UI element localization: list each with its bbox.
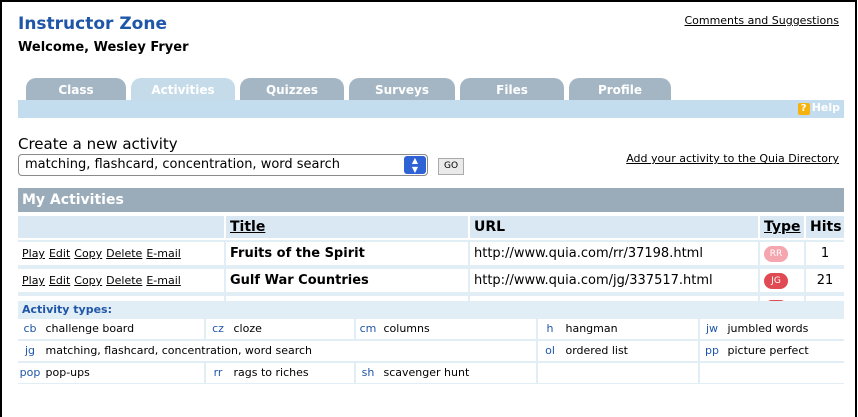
type-code: jg: [24, 344, 36, 357]
type-name: matching, flashcard, concentration, word…: [45, 344, 313, 357]
activity-url: http://www.quia.com/rr/37198.html: [470, 242, 758, 265]
type-item-empty: [538, 363, 698, 383]
activity-types-row: jg matching, flashcard, concentration, w…: [18, 340, 844, 362]
tab-quizzes[interactable]: Quizzes: [240, 78, 344, 102]
instructor-zone-window: Instructor Zone Welcome, Wesley Fryer Co…: [0, 0, 857, 417]
activity-types-row: pop pop-ups rr rags to riches sh scaveng…: [18, 362, 844, 384]
header-hits: Hits: [806, 216, 844, 238]
activity-type: JG: [760, 269, 804, 292]
type-code: h: [546, 322, 554, 335]
tab-surveys[interactable]: Surveys: [349, 78, 455, 102]
activity-types-heading: Activity types:: [18, 301, 844, 318]
tab-class[interactable]: Class: [26, 78, 126, 102]
create-activity-label: Create a new activity: [18, 135, 178, 153]
play-link[interactable]: Play: [22, 247, 45, 260]
help-icon: ?: [797, 103, 810, 115]
type-item: jg matching, flashcard, concentration, w…: [18, 341, 536, 361]
activity-url: http://www.quia.com/jg/337517.html: [470, 269, 758, 292]
type-item: ol ordered list: [538, 341, 698, 361]
header-type[interactable]: Type: [760, 216, 804, 238]
copy-link[interactable]: Copy: [74, 247, 102, 260]
type-name: rags to riches: [233, 366, 309, 379]
header-title[interactable]: Title: [226, 216, 468, 238]
type-item: cm columns: [356, 319, 536, 339]
table-row: Play Edit Copy Delete E-mail Fruits of the S…: [18, 240, 844, 267]
play-link[interactable]: Play: [22, 274, 45, 287]
my-activities-heading: My Activities: [18, 188, 844, 212]
activity-title: Gulf War Countries: [226, 269, 468, 292]
type-name: jumbled words: [727, 322, 809, 335]
activity-title: Fruits of the Spirit: [226, 242, 468, 265]
type-name: pop-ups: [45, 366, 90, 379]
type-code: ol: [545, 344, 555, 357]
type-name: scavenger hunt: [383, 366, 470, 379]
type-item: h hangman: [538, 319, 698, 339]
row-actions: Play Edit Copy Delete E-mail: [18, 242, 224, 265]
type-code: cb: [23, 322, 37, 335]
type-code: rr: [213, 366, 223, 379]
type-code: cz: [212, 322, 224, 335]
type-item: cb challenge board: [18, 319, 204, 339]
edit-link[interactable]: Edit: [49, 274, 70, 287]
email-link[interactable]: E-mail: [146, 274, 181, 287]
type-code: cm: [359, 322, 377, 335]
type-item: sh scavenger hunt: [356, 363, 536, 383]
select-arrows-icon: ▲ ▼: [404, 156, 426, 174]
help-label: Help: [811, 101, 840, 114]
type-code: jw: [705, 322, 719, 335]
email-link[interactable]: E-mail: [146, 247, 181, 260]
type-name: picture perfect: [727, 344, 809, 357]
activity-types-legend: Activity types: cb challenge board cz cl…: [18, 301, 844, 384]
type-name: columns: [383, 322, 430, 335]
table-header-row: Title URL Type Hits: [18, 216, 844, 240]
copy-link[interactable]: Copy: [74, 274, 102, 287]
activity-type-selected: matching, flashcard, concentration, word…: [25, 157, 340, 172]
row-actions: Play Edit Copy Delete E-mail: [18, 269, 224, 292]
add-to-directory-link[interactable]: Add your activity to the Quia Directory: [626, 152, 839, 165]
go-button[interactable]: GO: [438, 158, 464, 175]
delete-link[interactable]: Delete: [106, 274, 142, 287]
page-title: Instructor Zone: [18, 14, 167, 34]
type-item: cz cloze: [206, 319, 354, 339]
delete-link[interactable]: Delete: [106, 247, 142, 260]
activity-hits: 1: [806, 242, 844, 265]
activity-type-select[interactable]: matching, flashcard, concentration, word…: [18, 154, 428, 176]
header-url: URL: [470, 216, 758, 238]
welcome-text: Welcome, Wesley Fryer: [18, 40, 189, 55]
type-name: challenge board: [45, 322, 135, 335]
type-code: sh: [361, 366, 375, 379]
type-item: jw jumbled words: [700, 319, 844, 339]
type-code: pop: [19, 366, 41, 379]
edit-link[interactable]: Edit: [49, 247, 70, 260]
activity-type: RR: [760, 242, 804, 265]
type-name: hangman: [565, 322, 618, 335]
tab-files[interactable]: Files: [460, 78, 564, 102]
type-badge: RR: [764, 245, 788, 262]
help-bar: ? Help: [18, 100, 844, 118]
activity-hits: 21: [806, 269, 844, 292]
type-name: ordered list: [565, 344, 629, 357]
help-button[interactable]: ? Help: [797, 101, 840, 115]
comments-link[interactable]: Comments and Suggestions: [684, 14, 839, 27]
type-item-empty: [700, 363, 844, 383]
type-badge: JG: [764, 272, 788, 289]
type-code: pp: [705, 344, 719, 357]
type-item: pop pop-ups: [18, 363, 204, 383]
tab-profile[interactable]: Profile: [569, 78, 671, 102]
header-actions: [18, 216, 224, 238]
type-name: cloze: [233, 322, 262, 335]
table-row: Play Edit Copy Delete E-mail Gulf War Countr…: [18, 267, 844, 294]
type-item: pp picture perfect: [700, 341, 844, 361]
type-item: rr rags to riches: [206, 363, 354, 383]
activity-types-row: cb challenge board cz cloze cm columns h…: [18, 318, 844, 340]
